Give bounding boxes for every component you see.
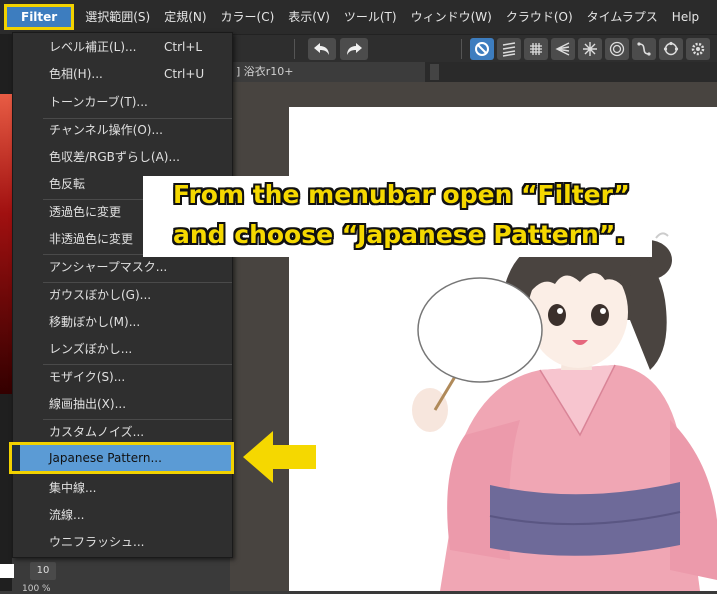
pointer-arrow-icon	[243, 431, 316, 483]
menubar: Filter 選択範囲(S) 定規(N) カラー(C) 表示(V) ツール(T)…	[0, 0, 717, 34]
menu-item-label: レベル補正(L)...	[49, 40, 137, 54]
menu-item-shortcut: Ctrl+L	[164, 40, 203, 54]
menu-item-gaussian-blur[interactable]: ガウスぼかし(G)...	[13, 282, 232, 308]
forbidden-circle-icon[interactable]	[470, 38, 494, 60]
radial-lines-icon[interactable]	[578, 38, 602, 60]
left-panel	[0, 34, 12, 591]
menu-window[interactable]: ウィンドウ(W)	[404, 4, 499, 30]
toolbar-separator	[461, 39, 462, 59]
menu-item-unsharp-mask[interactable]: アンシャープマスク...	[13, 254, 232, 280]
menu-item-chromatic-aberration[interactable]: 色収差/RGBずらし(A)...	[13, 144, 232, 170]
color-swatch[interactable]	[0, 564, 14, 578]
document-tab-secondary[interactable]	[430, 64, 439, 80]
menu-item-line-extract[interactable]: 線画抽出(X)...	[13, 391, 232, 417]
menu-item-uni-flash[interactable]: ウニフラッシュ...	[13, 529, 232, 555]
menu-item-levels[interactable]: レベル補正(L)... Ctrl+L	[13, 34, 232, 60]
menu-item-speed-lines[interactable]: 流線...	[13, 502, 232, 528]
color-picker-gradient[interactable]	[0, 94, 12, 394]
menu-item-motion-blur[interactable]: 移動ぼかし(M)...	[13, 309, 232, 335]
menu-item-japanese-pattern[interactable]: Japanese Pattern...	[9, 442, 234, 474]
instruction-callout: From the menubar open “Filter” and choos…	[143, 176, 652, 257]
gear-icon[interactable]	[686, 38, 710, 60]
menu-color[interactable]: カラー(C)	[214, 4, 282, 30]
filter-dropdown-menu: レベル補正(L)... Ctrl+L 色相(H)... Ctrl+U トーンカーブ(…	[9, 32, 234, 558]
callout-line-1: From the menubar open “Filter”	[173, 180, 630, 209]
document-tabbar: ] 浴衣r10+	[230, 62, 717, 82]
menu-item-channel-ops[interactable]: チャンネル操作(O)...	[13, 117, 232, 143]
curve-icon[interactable]	[632, 38, 656, 60]
menu-item-hue[interactable]: 色相(H)... Ctrl+U	[13, 61, 232, 87]
menu-item-label: 色相(H)...	[49, 67, 103, 81]
menu-ruler[interactable]: 定規(N)	[157, 4, 213, 30]
menu-selection[interactable]: 選択範囲(S)	[78, 4, 157, 30]
circle-nodes-icon[interactable]	[659, 38, 683, 60]
toolbar	[230, 34, 717, 64]
menu-item-label: Japanese Pattern...	[49, 451, 162, 465]
toolbar-separator	[294, 39, 295, 59]
undo-icon[interactable]	[308, 38, 336, 60]
brush-size-value[interactable]: 10	[30, 562, 56, 580]
menu-item-mosaic[interactable]: モザイク(S)...	[13, 364, 232, 390]
menu-item-shortcut: Ctrl+U	[164, 67, 205, 81]
concentric-circles-icon[interactable]	[605, 38, 629, 60]
menu-timelapse[interactable]: タイムラプス	[580, 4, 665, 30]
yukata-illustration	[412, 232, 717, 591]
converging-lines-icon[interactable]	[551, 38, 575, 60]
menu-filter[interactable]: Filter	[4, 4, 75, 30]
parallel-lines-icon[interactable]	[497, 38, 521, 60]
menu-view[interactable]: 表示(V)	[281, 4, 337, 30]
zoom-value: 100 %	[22, 584, 51, 594]
grid-icon[interactable]	[524, 38, 548, 60]
menu-item-lens-blur[interactable]: レンズぼかし...	[13, 336, 232, 362]
menu-cloud[interactable]: クラウド(O)	[499, 4, 580, 30]
menu-item-tone-curve[interactable]: トーンカーブ(T)...	[13, 89, 232, 115]
document-tab[interactable]: ] 浴衣r10+	[230, 62, 425, 82]
menu-help[interactable]: Help	[665, 4, 706, 30]
menu-tool[interactable]: ツール(T)	[337, 4, 404, 30]
menu-item-focus-lines[interactable]: 集中線...	[13, 475, 232, 501]
selection-indicator	[12, 445, 20, 471]
callout-line-2: and choose “Japanese Pattern”.	[173, 220, 625, 249]
redo-icon[interactable]	[340, 38, 368, 60]
